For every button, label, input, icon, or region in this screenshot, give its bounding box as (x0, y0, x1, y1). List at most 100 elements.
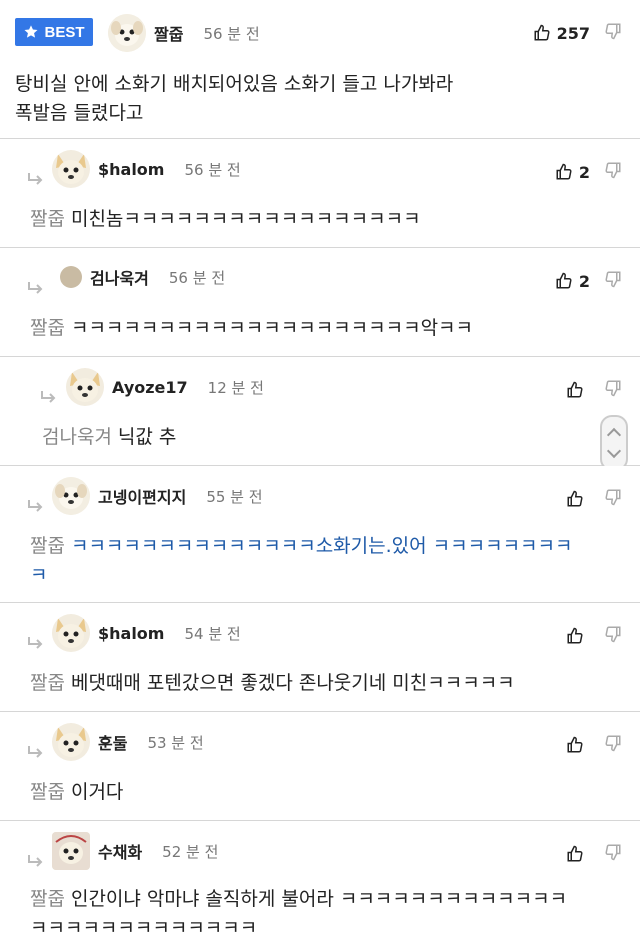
dog-avatar-icon (70, 372, 100, 402)
dog-avatar-icon (56, 727, 86, 757)
thumbs-up-icon (567, 845, 583, 862)
reply-comment: 수채화 52 분 전 짤줍 인간이냐 악마냐 솔직하게 불어라 ㅋㅋㅋㅋㅋㅋㅋㅋㅋ… (0, 821, 640, 952)
mention-tag[interactable]: 짤줍 (30, 672, 65, 694)
upvote-button[interactable] (566, 627, 590, 645)
avatar[interactable] (108, 14, 146, 52)
thumbs-down-icon (605, 23, 621, 40)
thumbs-down-icon (605, 271, 621, 288)
comment-text: 인간이냐 악마냐 솔직하게 불어라 ㅋㅋㅋㅋㅋㅋㅋㅋㅋㅋㅋㅋㅋ (70, 888, 568, 910)
author-name[interactable]: Ayoze17 (112, 378, 188, 397)
reply-comment: $halom 56 분 전 2 짤줍 미친놈ㅋㅋㅋㅋㅋㅋㅋㅋㅋㅋㅋㅋㅋㅋㅋㅋㅋ (0, 139, 640, 248)
thumbs-up-icon (556, 163, 572, 180)
mention-tag[interactable]: 짤줍 (30, 317, 65, 339)
downvote-button[interactable] (604, 379, 622, 401)
comment-time: 54 분 전 (184, 624, 241, 643)
avatar[interactable] (52, 477, 90, 515)
best-meta: 짤줍 56 분 전 (108, 14, 260, 52)
mention-tag[interactable]: 검나욱겨 (42, 426, 112, 448)
upvote-button[interactable]: 2 (555, 163, 590, 182)
comment-body: 짤줍 미친놈ㅋㅋㅋㅋㅋㅋㅋㅋㅋㅋㅋㅋㅋㅋㅋㅋㅋ (30, 205, 421, 234)
author-name[interactable]: 수채화 (98, 839, 142, 863)
mention-tag[interactable]: 짤줍 (30, 888, 65, 910)
scroll-handle[interactable] (600, 415, 628, 471)
reply-votes (566, 625, 622, 647)
comment-text: 미친놈ㅋㅋㅋㅋㅋㅋㅋㅋㅋㅋㅋㅋㅋㅋㅋㅋㅋ (70, 208, 421, 230)
dog-avatar-icon (56, 618, 86, 648)
downvote-button[interactable] (604, 270, 622, 292)
comment-time: 56 분 전 (168, 268, 226, 287)
comment-time: 55 분 전 (206, 487, 263, 506)
avatar[interactable] (66, 368, 104, 406)
comment-text: 이거다 (70, 781, 124, 803)
author-name[interactable]: 검나욱겨 (90, 265, 149, 289)
comment-text: ㅋㅋㅋㅋㅋㅋㅋㅋㅋㅋㅋㅋㅋ (30, 917, 258, 939)
downvote-button[interactable] (604, 625, 622, 647)
thumbs-down-icon (605, 844, 621, 861)
upvote-count: 257 (556, 23, 590, 43)
avatar[interactable] (52, 723, 90, 761)
downvote-button[interactable] (604, 161, 622, 183)
comment-text-line: 탕비실 안에 소화기 배치되어있음 소화기 들고 나가봐라 (15, 73, 454, 95)
comment-body: 짤줍 인간이냐 악마냐 솔직하게 불어라 ㅋㅋㅋㅋㅋㅋㅋㅋㅋㅋㅋㅋㅋ ㅋㅋㅋㅋㅋㅋ… (30, 885, 630, 943)
thumbs-up-icon (567, 736, 583, 753)
author-name[interactable]: 고넹이편지지 (98, 484, 186, 508)
comment-time: 52 분 전 (162, 842, 219, 861)
avatar[interactable] (60, 266, 82, 288)
reply-votes (566, 488, 622, 510)
mention-tag[interactable]: 짤줍 (30, 208, 65, 230)
author-name[interactable]: $halom (98, 160, 164, 179)
mention-tag[interactable]: 짤줍 (30, 781, 65, 803)
author-name[interactable]: 훈둘 (98, 730, 127, 754)
dog-avatar-icon (56, 154, 86, 184)
thumbs-up-icon (567, 381, 583, 398)
avatar[interactable] (52, 832, 90, 870)
reply-votes (566, 379, 622, 401)
comment-time: 12 분 전 (207, 378, 264, 397)
upvote-button[interactable]: 2 (555, 272, 590, 291)
comment-text: ㅋㅋㅋㅋㅋㅋㅋㅋㅋㅋㅋㅋㅋㅋㅋㅋㅋㅋㅋㅋ악ㅋㅋ (70, 317, 474, 339)
downvote-button[interactable] (604, 488, 622, 510)
author-name[interactable]: 짤줍 (154, 21, 183, 45)
reply-votes: 2 (555, 161, 622, 183)
reply-comment: 검나욱겨 56 분 전 2 짤줍 ㅋㅋㅋㅋㅋㅋㅋㅋㅋㅋㅋㅋㅋㅋㅋㅋㅋㅋㅋㅋ악ㅋㅋ (0, 248, 640, 357)
comment-text: 베댓때매 포텐갔으면 좋겠다 존나웃기네 미친ㅋㅋㅋㅋㅋ (70, 672, 515, 694)
reply-arrow-icon (27, 498, 45, 512)
comment-time: 56 분 전 (184, 160, 241, 179)
reply-comment: 훈둘 53 분 전 짤줍 이거다 (0, 712, 640, 821)
reply-votes: 2 (555, 270, 622, 292)
comment-body: 짤줍 이거다 (30, 778, 123, 807)
dog-avatar-icon (108, 14, 146, 52)
comment-page: BEST 짤줍 56 분 전 257 탕비실 안에 소화기 배치되어있음 소화기… (0, 0, 640, 952)
downvote-button[interactable] (604, 22, 622, 44)
comment-time: 53 분 전 (147, 733, 204, 752)
comment-body: 검나욱겨 닉값 추 (42, 423, 176, 452)
avatar[interactable] (52, 614, 90, 652)
reply-arrow-icon (27, 280, 45, 294)
upvote-button[interactable] (566, 490, 590, 508)
comment-time: 56 분 전 (203, 24, 260, 43)
upvote-button[interactable] (566, 736, 590, 754)
comment-body: 짤줍 ㅋㅋㅋㅋㅋㅋㅋㅋㅋㅋㅋㅋㅋㅋ소화기는.있어 ㅋㅋㅋㅋㅋㅋㅋㅋ ㅋ (30, 532, 620, 590)
thumbs-up-icon (567, 490, 583, 507)
avatar[interactable] (52, 150, 90, 188)
comment-text-line: 폭발음 들렸다고 (15, 102, 144, 124)
downvote-button[interactable] (604, 843, 622, 865)
upvote-button[interactable] (566, 845, 590, 863)
reply-votes (566, 843, 622, 865)
reply-meta: 검나욱겨 56 분 전 (60, 265, 225, 289)
downvote-button[interactable] (604, 734, 622, 756)
dog-avatar-icon (52, 832, 90, 870)
best-badge-label: BEST (44, 23, 85, 41)
upvote-button[interactable]: 257 (533, 24, 590, 43)
author-name[interactable]: $halom (98, 624, 164, 643)
reply-comment: $halom 54 분 전 짤줍 베댓때매 포텐갔으면 좋겠다 존나웃기네 미친ㅋ… (0, 603, 640, 712)
mention-tag[interactable]: 짤줍 (30, 535, 65, 557)
thumbs-up-icon (567, 627, 583, 644)
reply-arrow-icon (27, 635, 45, 649)
upvote-button[interactable] (566, 381, 590, 399)
thumbs-down-icon (605, 735, 621, 752)
comment-text: ㅋㅋㅋㅋㅋㅋㅋㅋㅋㅋㅋㅋㅋㅋ소화기는.있어 ㅋㅋㅋㅋㅋㅋㅋㅋ (70, 535, 573, 557)
reply-arrow-icon (27, 744, 45, 758)
comment-body: 짤줍 ㅋㅋㅋㅋㅋㅋㅋㅋㅋㅋㅋㅋㅋㅋㅋㅋㅋㅋㅋㅋ악ㅋㅋ (30, 314, 473, 343)
comment-body: 짤줍 베댓때매 포텐갔으면 좋겠다 존나웃기네 미친ㅋㅋㅋㅋㅋ (30, 669, 515, 698)
